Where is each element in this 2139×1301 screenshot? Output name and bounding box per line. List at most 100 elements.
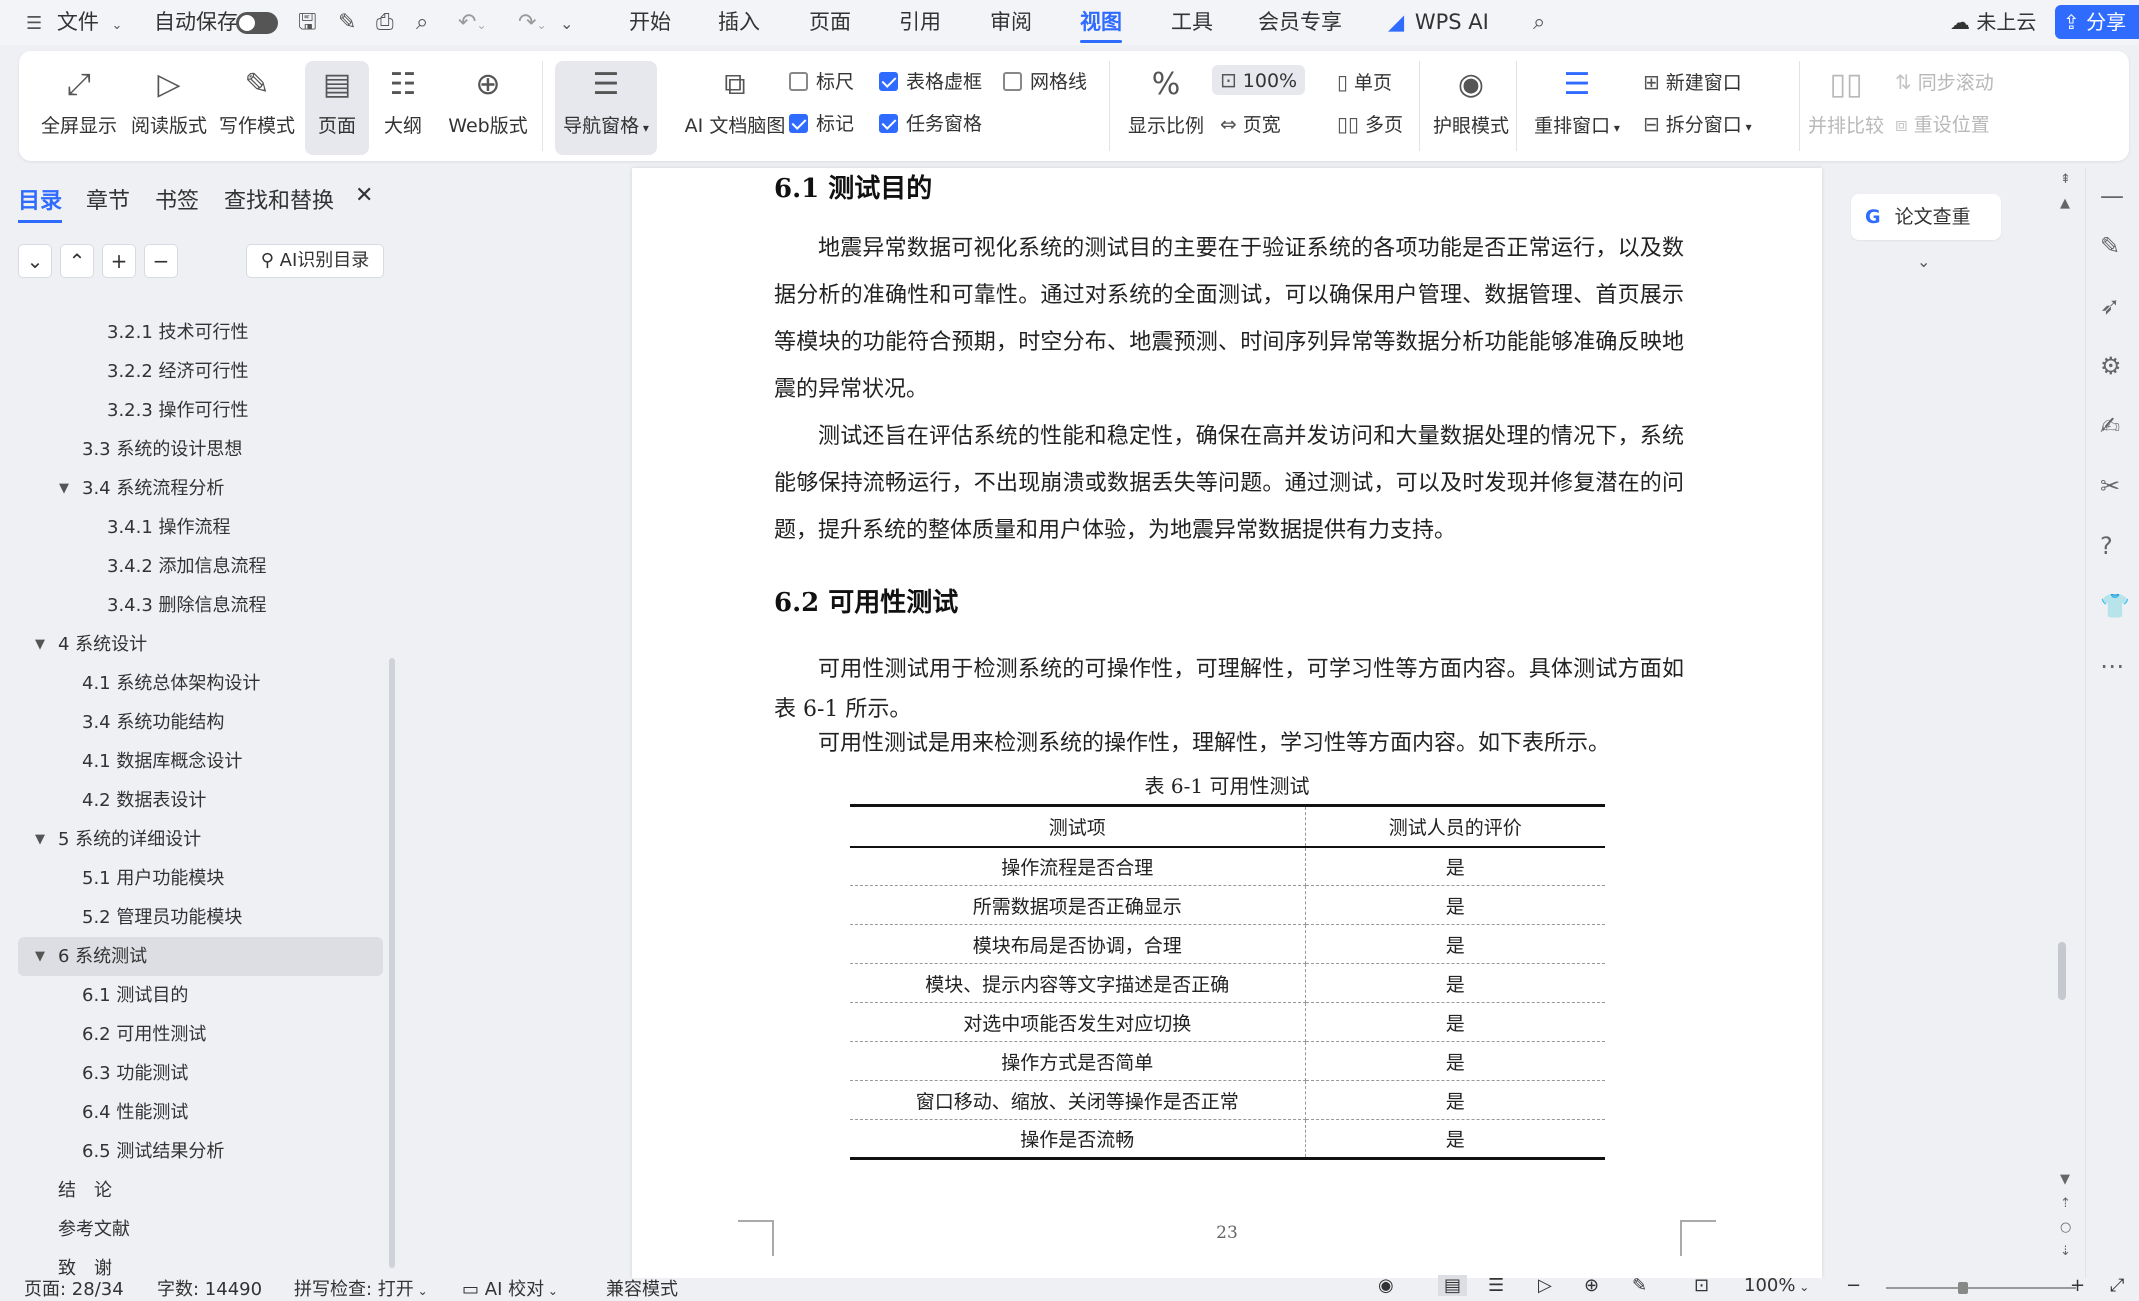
collapse-up-button[interactable]: ⌃ <box>60 244 94 278</box>
single-page-button[interactable]: ▯ 单页 <box>1337 67 1392 97</box>
wps-ai-button[interactable]: ◢ WPS AI <box>1388 0 1489 45</box>
ruler-checkbox[interactable]: 标尺 <box>789 67 854 97</box>
writing-mode-button[interactable]: ✎ 写作模式 <box>217 61 297 155</box>
print-icon[interactable]: ⎙ <box>376 0 394 45</box>
globe-icon[interactable]: ⊕ <box>1584 1275 1599 1296</box>
file-menu[interactable]: ☰ 文件 ⌄ <box>26 0 122 45</box>
zoom-dropdown[interactable]: 100% ⌄ <box>1744 1275 1809 1296</box>
search-icon[interactable]: ⌕ <box>1533 0 1545 45</box>
outline-view-icon[interactable]: ☰ <box>1488 1275 1504 1296</box>
reset-position-button[interactable]: ⧈ 重设位置 <box>1895 109 1990 139</box>
expand-down-button[interactable]: ⌄ <box>18 244 52 278</box>
chevron-down-icon[interactable]: ⌄ <box>1917 252 1930 271</box>
zoom-ratio-button[interactable]: % 显示比例 <box>1123 61 1209 155</box>
tools-icon[interactable]: ✂ <box>2100 472 2120 500</box>
prev-page-icon[interactable]: ⇡ <box>2060 1196 2071 1211</box>
toc-item[interactable]: 3.2.1 技术可行性 <box>0 313 400 352</box>
help-icon[interactable]: ? <box>2100 532 2113 560</box>
page-view-icon[interactable]: ▤ <box>1438 1275 1468 1296</box>
undo-icon[interactable]: ↶ ⌄ <box>458 0 487 45</box>
collapse-triangle-icon[interactable]: ▼ <box>35 820 45 859</box>
toc-item[interactable]: 6.1 测试目的 <box>0 976 400 1015</box>
side-by-side-button[interactable]: ▯▯ 并排比较 <box>1801 61 1891 155</box>
outline-view-button[interactable]: ☷ 大纲 <box>375 61 431 155</box>
cloud-status-button[interactable]: ☁ 未上云 <box>1950 6 2036 38</box>
ai-mindmap-button[interactable]: ⧉ AI 文档脑图 <box>665 61 805 155</box>
autosave-toggle[interactable] <box>236 12 278 34</box>
marks-checkbox[interactable]: 标记 <box>789 109 854 139</box>
multi-page-button[interactable]: ▯▯ 多页 <box>1337 109 1403 139</box>
toc-item[interactable]: 3.4.1 操作流程 <box>0 508 400 547</box>
pen-icon[interactable]: ✎ <box>2100 232 2120 260</box>
save-icon[interactable]: 🖫 <box>298 0 317 45</box>
page-view-button[interactable]: ▤ 页面 <box>305 61 369 155</box>
signature-icon[interactable]: ✍ <box>2100 412 2120 440</box>
toc-item[interactable]: 3.4 系统功能结构 <box>0 703 400 742</box>
word-count-status[interactable]: 字数: 14490 <box>157 1275 262 1301</box>
pen-icon[interactable]: ✎ <box>1632 1275 1647 1296</box>
toc-item[interactable]: 5.2 管理员功能模块 <box>0 898 400 937</box>
vertical-scrollbar-thumb[interactable] <box>2058 942 2066 1000</box>
document-page[interactable]: 6.1 测试目的 地震异常数据可视化系统的测试目的主要在于验证系统的各项功能是否… <box>632 168 1822 1278</box>
spell-check-status[interactable]: 拼写检查: 打开 ⌄ <box>294 1275 428 1301</box>
eye-icon[interactable]: ◉ <box>1378 1275 1394 1296</box>
toc-item[interactable]: 3.2.2 经济可行性 <box>0 352 400 391</box>
add-heading-button[interactable]: + <box>102 244 136 278</box>
toc-item[interactable]: ▼ 5 系统的详细设计 <box>0 820 400 859</box>
scroll-down-icon[interactable]: ▼ <box>2060 1172 2070 1187</box>
remove-heading-button[interactable]: − <box>144 244 178 278</box>
tab-tools[interactable]: 工具 <box>1171 0 1213 45</box>
page-count-status[interactable]: 页面: 28/34 <box>24 1275 124 1301</box>
toc-item[interactable]: 结 论 <box>0 1171 400 1210</box>
zoom-out-icon[interactable]: − <box>1846 1275 1861 1296</box>
fullscreen-button[interactable]: ⤢ 全屏显示 <box>39 61 119 155</box>
nav-tab-chapters[interactable]: 章节 <box>86 183 130 215</box>
tab-insert[interactable]: 插入 <box>718 0 760 45</box>
toc-item[interactable]: 6.4 性能测试 <box>0 1093 400 1132</box>
collapse-triangle-icon[interactable]: ▼ <box>35 625 45 664</box>
toc-item[interactable]: ▼ 6 系统测试 <box>18 937 383 976</box>
zoom-in-icon[interactable]: + <box>2070 1275 2085 1296</box>
close-icon[interactable]: ✕ <box>355 183 373 208</box>
zoom-slider-thumb[interactable] <box>1958 1282 1968 1294</box>
toc-item[interactable]: 4.1 数据库概念设计 <box>0 742 400 781</box>
tab-references[interactable]: 引用 <box>899 0 941 45</box>
page-width-button[interactable]: ⇔ 页宽 <box>1220 109 1281 139</box>
zoom-100-button[interactable]: ⊡ 100% <box>1212 65 1306 95</box>
eye-mode-button[interactable]: ◉ 护眼模式 <box>1421 61 1521 155</box>
fullscreen-icon[interactable]: ⤢ <box>2110 1275 2124 1296</box>
paper-check-button[interactable]: G 论文查重 <box>1851 194 2001 240</box>
toc-item[interactable]: 3.4.3 删除信息流程 <box>0 586 400 625</box>
toc-item[interactable]: ▼ 4 系统设计 <box>0 625 400 664</box>
sync-scroll-button[interactable]: ⇅ 同步滚动 <box>1895 67 1994 97</box>
next-page-icon[interactable]: ⇣ <box>2060 1244 2071 1259</box>
collapse-triangle-icon[interactable]: ▼ <box>59 469 69 508</box>
split-window-button[interactable]: ⊟ 拆分窗口 ▾ <box>1643 109 1752 139</box>
toc-item[interactable]: 6.2 可用性测试 <box>0 1015 400 1054</box>
scroll-top-icon[interactable]: ⇞ <box>2060 172 2071 187</box>
tab-home[interactable]: 开始 <box>629 0 671 45</box>
share-button[interactable]: ⇪ 分享 <box>2055 5 2139 39</box>
toc-item[interactable]: 4.1 系统总体架构设计 <box>0 664 400 703</box>
sliders-icon[interactable]: ⚙ <box>2100 352 2122 380</box>
zoom-slider[interactable] <box>1886 1287 2076 1289</box>
toc-item[interactable]: ▼ 3.4 系统流程分析 <box>0 469 400 508</box>
nav-scrollbar[interactable] <box>389 658 395 1268</box>
toc-item[interactable]: 5.1 用户功能模块 <box>0 859 400 898</box>
nav-pane-button[interactable]: ☰ 导航窗格 ▾ <box>555 61 657 155</box>
collapse-triangle-icon[interactable]: ▼ <box>35 937 45 976</box>
ai-toc-button[interactable]: ⚲ AI识别目录 <box>246 244 384 278</box>
gridlines-checkbox[interactable]: 网格线 <box>1003 67 1087 97</box>
toc-item[interactable]: 6.5 测试结果分析 <box>0 1132 400 1171</box>
redo-icon[interactable]: ↷ ⌄ <box>518 0 547 45</box>
web-view-button[interactable]: ⊕ Web版式 <box>443 61 533 155</box>
more-icon[interactable]: ⋯ <box>2100 652 2124 680</box>
reading-mode-button[interactable]: ▷ 阅读版式 <box>129 61 209 155</box>
toc-item[interactable]: 6.3 功能测试 <box>0 1054 400 1093</box>
ai-check-status[interactable]: ▭ AI 校对 ⌄ <box>462 1275 558 1301</box>
task-pane-checkbox[interactable]: 任务窗格 <box>879 109 982 139</box>
rearrange-window-button[interactable]: ☰ 重排窗口 ▾ <box>1529 61 1625 155</box>
play-icon[interactable]: ▷ <box>1538 1275 1552 1296</box>
table-gridlines-checkbox[interactable]: 表格虚框 <box>879 67 982 97</box>
print-preview-icon[interactable]: ⌕ <box>416 0 428 45</box>
